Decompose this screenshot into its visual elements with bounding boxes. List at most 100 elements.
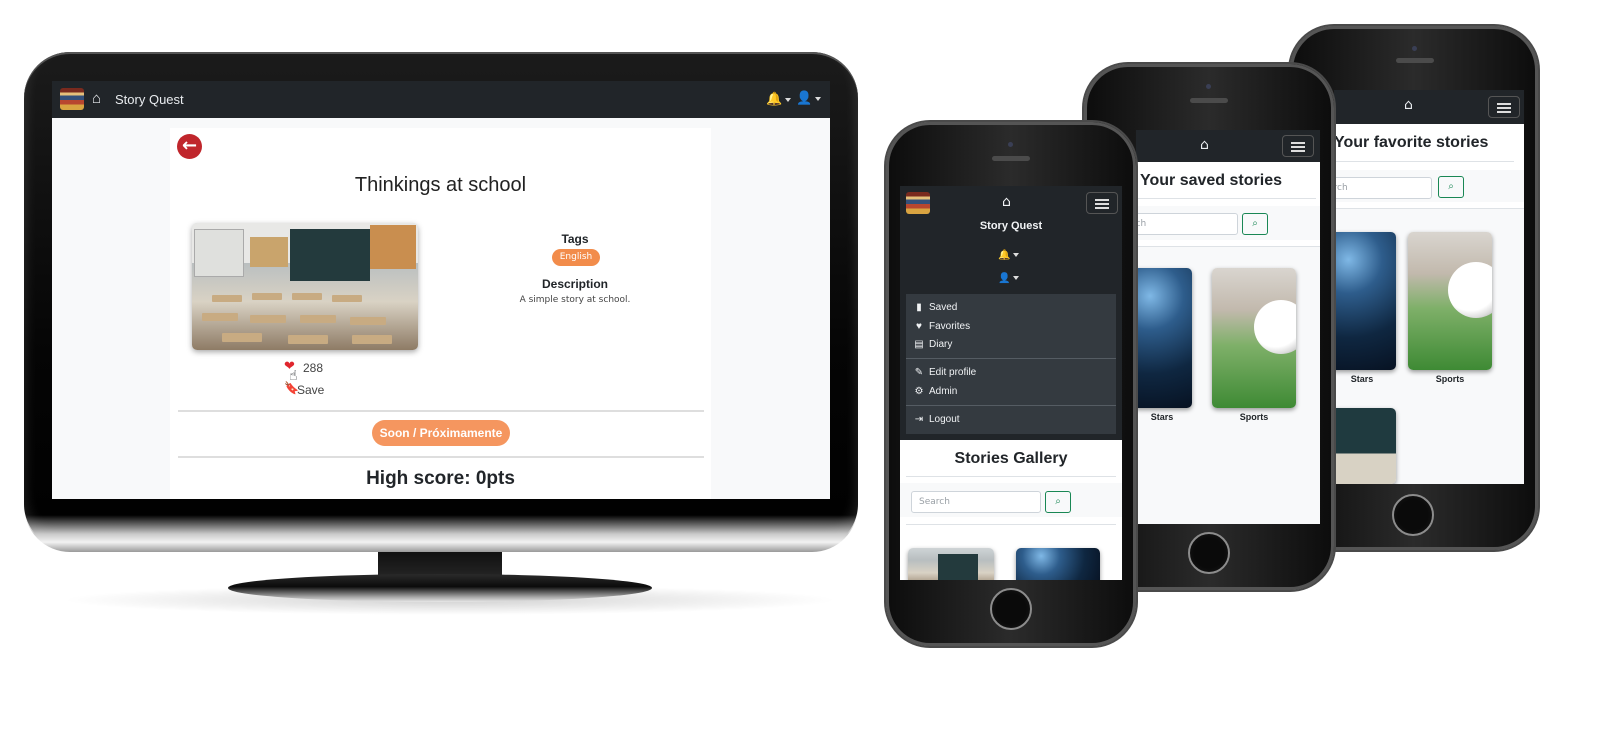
- search-button[interactable]: ⌕: [1242, 213, 1268, 235]
- menu-item-label: Favorites: [929, 321, 971, 332]
- story-caption: Sports: [1239, 412, 1269, 422]
- tags-heading: Tags: [561, 232, 589, 246]
- story-thumbnail[interactable]: [1334, 408, 1396, 484]
- home-icon[interactable]: ⌂: [1404, 97, 1413, 113]
- search-input[interactable]: rch: [1136, 213, 1238, 235]
- notifications-dropdown[interactable]: 🔔: [766, 91, 792, 107]
- speaker: [1190, 98, 1228, 103]
- app-logo[interactable]: [906, 192, 930, 214]
- book-icon: ▤: [914, 339, 924, 350]
- camera: [1008, 142, 1013, 147]
- navbar: ⌂: [1334, 90, 1524, 124]
- divider: [1136, 198, 1316, 199]
- monitor-stand: [228, 574, 652, 602]
- story-title: Thinkings at school: [354, 174, 527, 196]
- menu-item-label: Edit profile: [929, 367, 977, 378]
- bell-icon: 🔔: [998, 250, 1011, 261]
- favorites-screen: ⌂ Your favorite stories arch ⌕ Stars Spo…: [1334, 90, 1524, 484]
- story-thumbnail[interactable]: [1408, 232, 1492, 370]
- app-name[interactable]: Story Quest: [115, 92, 184, 107]
- like-count: 288: [303, 361, 324, 375]
- speaker: [992, 156, 1030, 161]
- description-text: A simple story at school.: [519, 295, 631, 305]
- menu-item-label: Diary: [929, 339, 953, 350]
- story-thumbnail[interactable]: [1334, 232, 1396, 370]
- phone-menu: ⌂ Story Quest 🔔 👤 ▮ Saved ♥ Favorites ▤ Dia…: [886, 122, 1136, 646]
- logout-icon: ⇥: [914, 414, 924, 425]
- user-dropdown[interactable]: 👤: [796, 90, 822, 106]
- search-button[interactable]: ⌕: [1045, 491, 1071, 513]
- soon-button[interactable]: Soon / Próximamente: [372, 420, 510, 446]
- page-title: Stories Gallery: [954, 450, 1068, 467]
- home-button: [1392, 494, 1434, 536]
- camera: [1206, 84, 1211, 89]
- user-icon: 👤: [998, 273, 1011, 284]
- home-icon[interactable]: ⌂: [92, 90, 101, 107]
- story-thumbnail[interactable]: [1212, 268, 1296, 408]
- camera: [1412, 46, 1417, 51]
- story-card: ← Thinkings at school ❤ 288 ☝ 🔖 Save Tag…: [170, 128, 711, 499]
- page-title: Your saved stories: [1140, 172, 1282, 189]
- menu-item-logout[interactable]: ⇥ Logout: [914, 414, 960, 425]
- bell-icon: 🔔: [766, 91, 783, 106]
- menu-item-label: Saved: [929, 302, 958, 313]
- home-icon[interactable]: ⌂: [1002, 194, 1011, 210]
- home-button: [990, 588, 1032, 630]
- menu-item-saved[interactable]: ▮ Saved: [914, 302, 957, 313]
- heart-icon: ♥: [916, 321, 922, 332]
- divider: [906, 358, 1116, 359]
- story-caption: Sports: [1435, 374, 1465, 384]
- search-icon: ⌕: [1448, 181, 1454, 192]
- user-edit-icon: ✎: [914, 367, 924, 378]
- menu-item-label: Logout: [929, 414, 960, 425]
- story-thumbnail[interactable]: [1016, 548, 1100, 580]
- bookmark-icon: ▮: [916, 302, 922, 313]
- app-logo[interactable]: [60, 88, 84, 110]
- user-menu: ▮ Saved ♥ Favorites ▤ Diary ✎ Edit profile ⚙…: [906, 294, 1116, 434]
- user-cog-icon: ⚙: [914, 386, 924, 397]
- menu-screen: ⌂ Story Quest 🔔 👤 ▮ Saved ♥ Favorites ▤ Dia…: [900, 186, 1122, 580]
- speaker: [1396, 58, 1434, 63]
- search-icon: ⌕: [1252, 218, 1258, 229]
- search-input[interactable]: arch: [1334, 177, 1432, 199]
- search-icon: ⌕: [1055, 496, 1061, 507]
- back-arrow-icon[interactable]: ←: [177, 134, 202, 159]
- search-input[interactable]: Search: [911, 491, 1041, 513]
- divider: [906, 476, 1116, 477]
- menu-item-label: Admin: [929, 386, 958, 397]
- home-icon[interactable]: ⌂: [1200, 137, 1209, 153]
- story-caption: Stars: [1350, 374, 1374, 384]
- menu-toggle-button[interactable]: [1282, 135, 1314, 157]
- home-button: [1188, 532, 1230, 574]
- story-thumbnail[interactable]: [1136, 268, 1192, 408]
- desktop-screen: ⌂ Story Quest 🔔 👤 ← Thinkings at school …: [52, 81, 830, 499]
- story-thumbnail[interactable]: [908, 548, 994, 580]
- menu-item-diary[interactable]: ▤ Diary: [914, 339, 952, 350]
- user-icon: 👤: [796, 90, 813, 105]
- navbar: ⌂ Story Quest 🔔 👤: [52, 81, 830, 118]
- description-heading: Description: [541, 277, 608, 291]
- menu-item-admin[interactable]: ⚙ Admin: [914, 386, 958, 397]
- divider: [906, 405, 1116, 406]
- navbar: ⌂: [1136, 130, 1320, 162]
- notifications-dropdown[interactable]: 🔔: [998, 250, 1020, 261]
- user-dropdown[interactable]: 👤: [998, 273, 1020, 284]
- menu-toggle-button[interactable]: [1488, 96, 1520, 118]
- high-score: High score: 0pts: [366, 468, 515, 489]
- divider: [178, 456, 704, 458]
- save-label[interactable]: Save: [297, 383, 324, 397]
- tag-badge[interactable]: English: [552, 249, 600, 266]
- page-title: Your favorite stories: [1334, 134, 1489, 151]
- divider: [906, 524, 1116, 525]
- expanded-navbar: ⌂ Story Quest 🔔 👤 ▮ Saved ♥ Favorites ▤ Dia…: [900, 186, 1122, 440]
- divider: [1334, 161, 1514, 162]
- menu-item-edit-profile[interactable]: ✎ Edit profile: [914, 367, 976, 378]
- menu-item-favorites[interactable]: ♥ Favorites: [914, 321, 970, 332]
- search-button[interactable]: ⌕: [1438, 176, 1464, 198]
- story-image: [192, 223, 418, 350]
- menu-toggle-button[interactable]: [1086, 192, 1118, 214]
- saved-screen: ⌂ Your saved stories rch ⌕ Stars Sports: [1136, 130, 1320, 524]
- story-caption: Stars: [1150, 412, 1174, 422]
- app-name[interactable]: Story Quest: [900, 220, 1122, 232]
- divider: [178, 410, 704, 412]
